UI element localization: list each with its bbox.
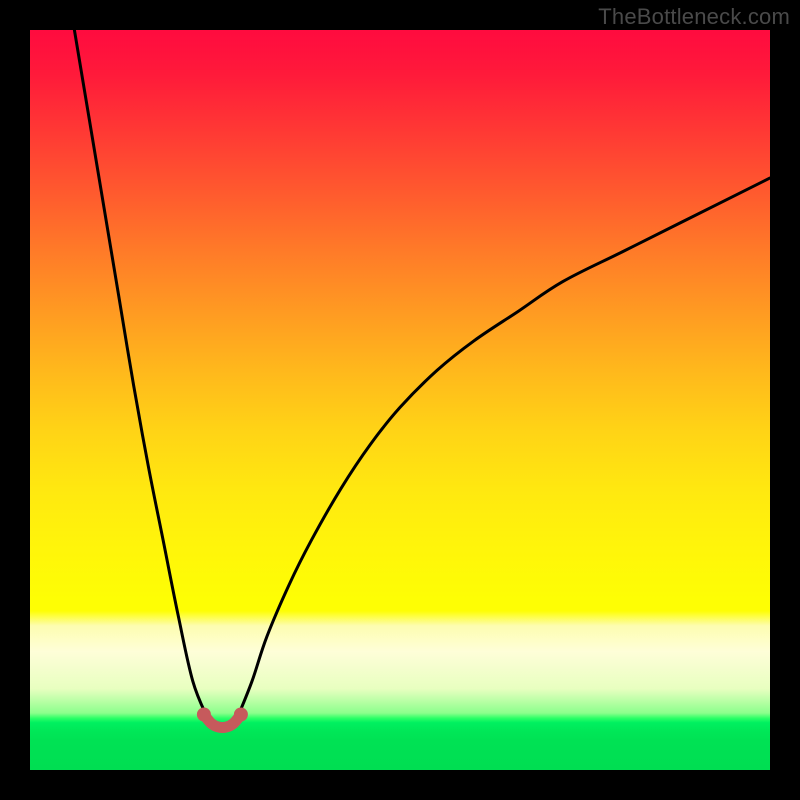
attribution-text: TheBottleneck.com <box>598 4 790 30</box>
curve-valley-dots <box>197 708 248 722</box>
chart-frame: TheBottleneck.com <box>0 0 800 800</box>
valley-endpoint-dot <box>234 708 248 722</box>
curve-group <box>74 30 770 728</box>
bottleneck-curve-svg <box>30 30 770 770</box>
valley-endpoint-dot <box>197 708 211 722</box>
curve-left-branch <box>74 30 207 718</box>
plot-area <box>30 30 770 770</box>
curve-right-branch <box>237 178 770 718</box>
